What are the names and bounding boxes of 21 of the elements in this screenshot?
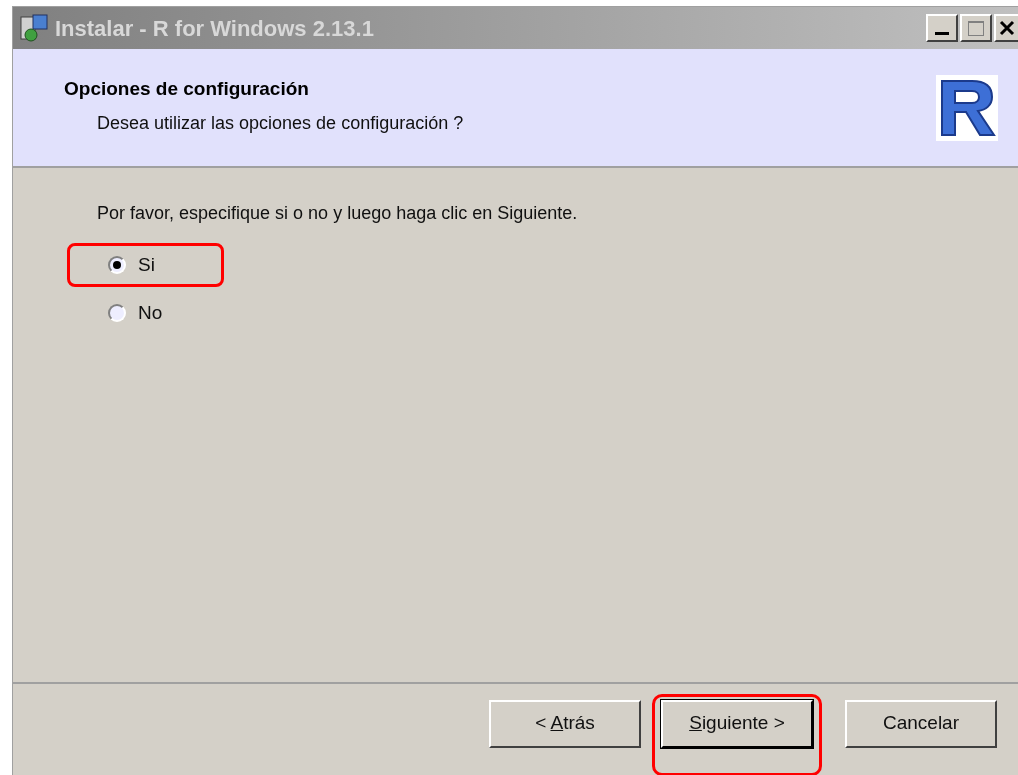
page-title: Opciones de configuración <box>64 77 310 101</box>
minimize-button[interactable] <box>926 14 958 42</box>
radio-option[interactable]: Si <box>67 243 224 287</box>
installer-icon <box>19 13 51 43</box>
minimize-icon <box>935 32 949 35</box>
radio-button[interactable] <box>108 304 126 322</box>
maximize-icon <box>968 20 984 36</box>
page-subtitle: Desea utilizar las opciones de configuración ? <box>97 111 464 135</box>
instruction-text: Por favor, especifique si o no y luego haga clic en Siguiente. <box>97 202 579 225</box>
radio-label: Si <box>138 252 155 277</box>
wizard-button[interactable]: Siguiente > <box>661 699 813 748</box>
radio-button[interactable] <box>108 256 126 274</box>
close-button[interactable] <box>994 14 1018 42</box>
wizard-button[interactable]: < Atrás <box>489 699 641 748</box>
radio-option[interactable]: No <box>67 291 224 335</box>
window-title: Instalar - R for Windows 2.13.1 <box>55 14 374 43</box>
close-icon <box>999 20 1015 36</box>
wizard-button[interactable]: Cancelar <box>845 699 997 748</box>
maximize-button[interactable] <box>960 14 992 42</box>
r-logo-icon <box>936 75 998 141</box>
radio-label: No <box>138 300 163 325</box>
